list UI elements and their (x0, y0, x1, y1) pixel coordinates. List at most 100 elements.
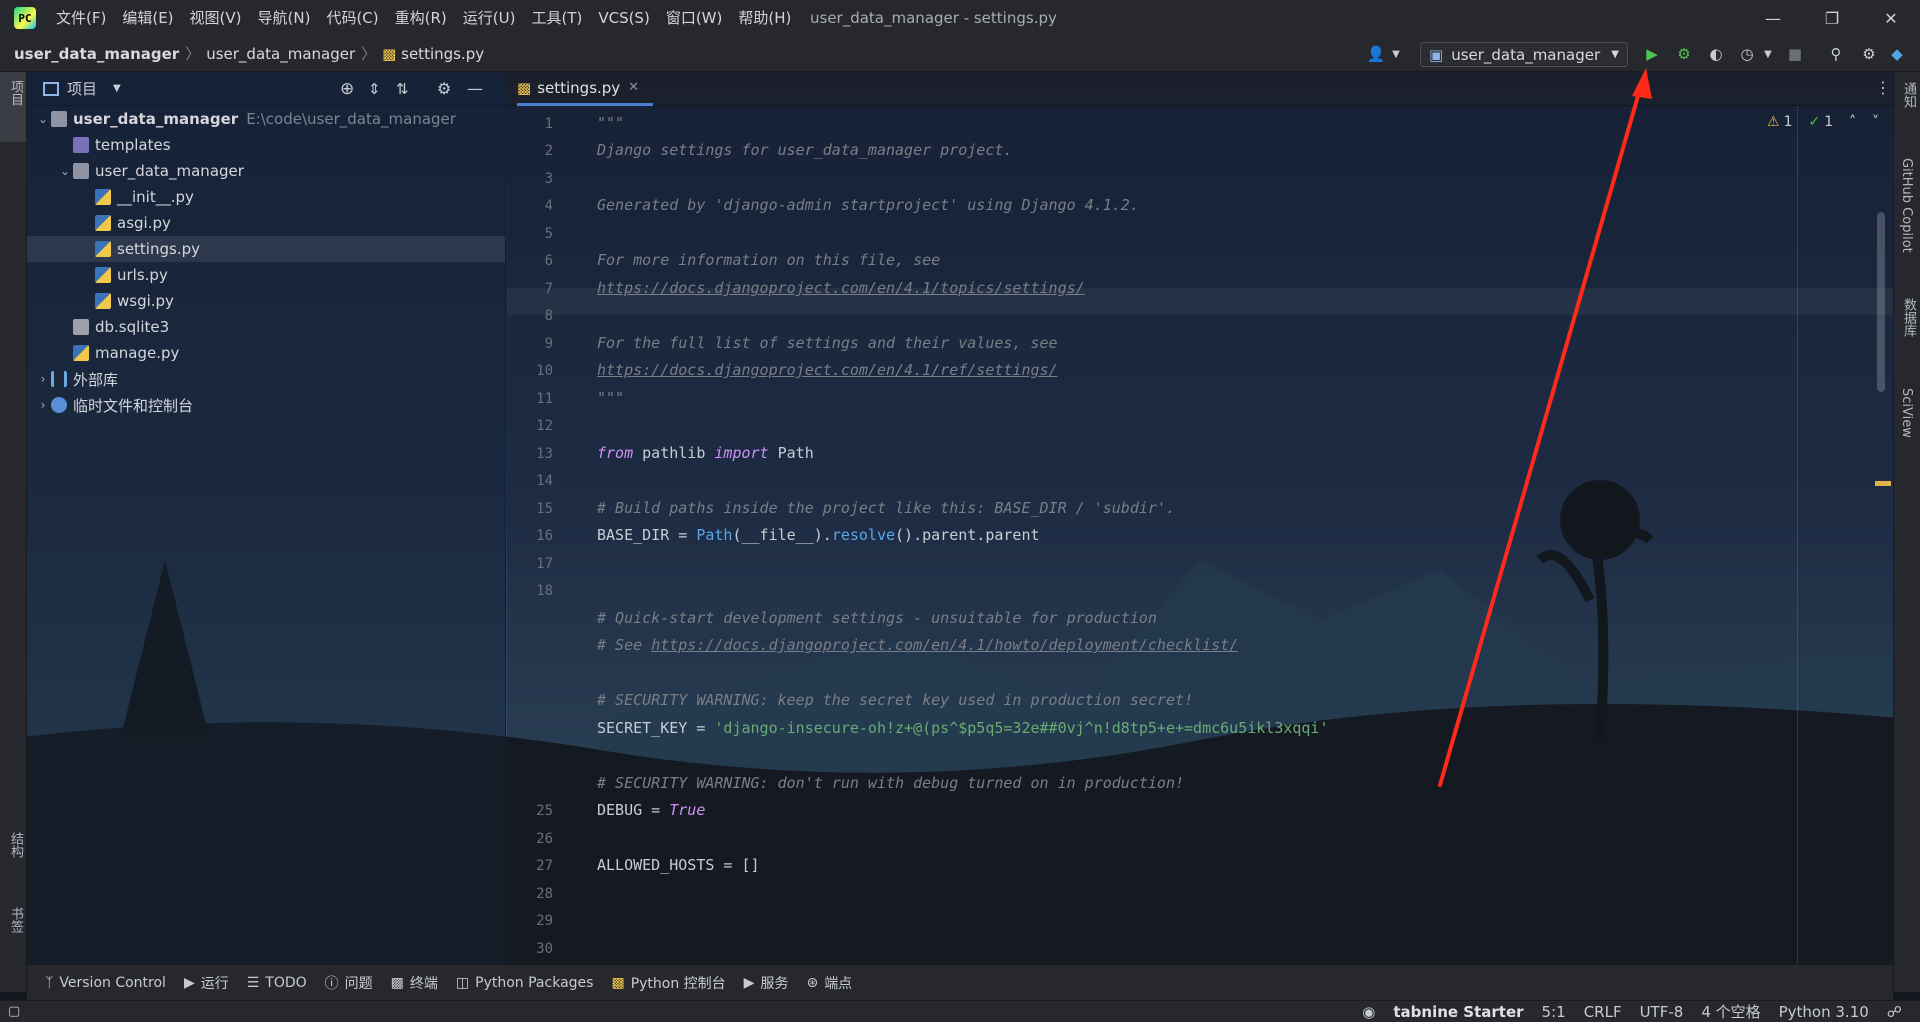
run-icon[interactable]: ▶ (1642, 44, 1662, 64)
debug-icon[interactable]: ⚙ (1674, 44, 1694, 64)
tree-item-db[interactable]: db.sqlite3 (57, 314, 169, 340)
expand-all-icon[interactable]: ⇕ (368, 80, 381, 98)
project-panel: 项目 ▼ ⊕ ⇕ ⇅ ⚙ — ⌄ user_data_manager E:\co… (27, 72, 506, 964)
search-icon[interactable]: ⚲ (1826, 44, 1846, 64)
notifications-tool-button[interactable]: 通知 (1899, 82, 1918, 108)
minimize-button[interactable]: — (1744, 0, 1802, 36)
chevron-down-icon[interactable]: ⌄ (35, 112, 51, 126)
tree-item-manage[interactable]: manage.py (57, 340, 179, 366)
tree-item-label: 外部库 (73, 370, 119, 389)
indent-setting[interactable]: 4 个空格 (1701, 1001, 1760, 1022)
code-link[interactable]: https://docs.djangoproject.com/en/4.1/to… (597, 279, 1085, 297)
tree-item-external-libraries[interactable]: › 外部库 (35, 366, 118, 392)
python-packages-tool-button[interactable]: ◫ Python Packages (456, 975, 594, 991)
endpoints-tool-button[interactable]: ⊛ 端点 (806, 973, 852, 993)
chevron-down-icon[interactable]: ▼ (113, 83, 121, 94)
code-link[interactable]: https://docs.djangoproject.com/en/4.1/ho… (651, 636, 1238, 654)
copilot-tool-button[interactable]: GitHub Copilot (1899, 158, 1914, 253)
profile-icon[interactable]: ◷ (1737, 44, 1757, 64)
close-tab-icon[interactable]: ✕ (628, 80, 639, 95)
toggle-tool-windows-icon[interactable]: ▢ (8, 1004, 20, 1019)
close-button[interactable]: ✕ (1862, 0, 1920, 36)
python-interpreter[interactable]: Python 3.10 (1779, 1003, 1869, 1021)
terminal-tool-button[interactable]: ▩ 终端 (391, 973, 438, 993)
chevron-down-icon[interactable]: ▼ (1758, 44, 1778, 64)
menu-navigate[interactable]: 导航(N) (250, 0, 319, 36)
toolbox-icon[interactable]: ◆ (1887, 44, 1907, 64)
bookmarks-tool-button[interactable]: 书签 (6, 907, 25, 933)
menu-tools[interactable]: 工具(T) (523, 0, 590, 36)
chevron-up-icon[interactable]: ˄ (1849, 114, 1856, 130)
warning-marker[interactable] (1875, 481, 1891, 486)
chevron-right-icon[interactable]: › (35, 372, 51, 386)
list-icon: ☰ (246, 974, 260, 991)
inspection-widget[interactable]: ⚠ 1 ✓ 1 ˄ ˅ (1767, 114, 1879, 130)
breadcrumb-package[interactable]: user_data_manager (206, 45, 355, 63)
structure-tool-button[interactable]: 结构 (6, 832, 25, 858)
collapse-all-icon[interactable]: ⇅ (396, 80, 409, 98)
python-console-tool-button[interactable]: ▩ Python 控制台 (611, 973, 725, 993)
project-panel-header: 项目 ▼ ⊕ ⇕ ⇅ ⚙ — (27, 72, 505, 106)
tree-item-init[interactable]: __init__.py (79, 184, 194, 210)
menu-window[interactable]: 窗口(W) (658, 0, 731, 36)
tree-item-settings[interactable]: settings.py (27, 236, 505, 262)
tree-item-templates[interactable]: templates (57, 132, 171, 158)
tree-item-wsgi[interactable]: wsgi.py (79, 288, 174, 314)
tree-item-project-root[interactable]: ⌄ user_data_manager E:\code\user_data_ma… (35, 106, 456, 132)
line-separator[interactable]: CRLF (1584, 1003, 1622, 1021)
warning-icon: ⚠ (1767, 114, 1780, 130)
chevron-right-icon[interactable]: › (35, 398, 51, 412)
python-file-icon: ▩ (517, 78, 532, 97)
project-panel-title[interactable]: 项目 (67, 78, 97, 99)
more-options-icon[interactable]: ⋮ (1875, 78, 1891, 97)
menu-help[interactable]: 帮助(H) (730, 0, 799, 36)
problems-tool-button[interactable]: ⓘ 问题 (325, 973, 373, 993)
tree-item-urls[interactable]: urls.py (79, 262, 168, 288)
services-tool-button[interactable]: ▶ 服务 (744, 973, 789, 993)
menu-refactor[interactable]: 重构(R) (387, 0, 455, 36)
code-line: SECRET_KEY = 'django-insecure-oh!z+@(ps^… (597, 719, 1329, 737)
tree-item-package[interactable]: ⌄ user_data_manager (57, 158, 244, 184)
options-gear-icon[interactable]: ⚙ (437, 79, 451, 98)
menu-file[interactable]: 文件(F) (48, 0, 114, 36)
tabnine-status[interactable]: tabnine Starter (1393, 1003, 1523, 1021)
caret-position[interactable]: 5:1 (1542, 1003, 1566, 1021)
check-icon: ✓ (1808, 114, 1821, 130)
menu-vcs[interactable]: VCS(S) (590, 0, 657, 36)
version-control-tool-button[interactable]: ᛉ Version Control (45, 975, 166, 991)
lock-icon[interactable]: ☍ (1887, 1003, 1902, 1021)
coverage-icon[interactable]: ◐ (1706, 44, 1726, 64)
tree-item-asgi[interactable]: asgi.py (79, 210, 171, 236)
menu-code[interactable]: 代码(C) (318, 0, 386, 36)
sciview-tool-button[interactable]: SciView (1899, 388, 1914, 438)
hide-panel-icon[interactable]: — (467, 79, 483, 98)
user-icon[interactable]: 👤 (1366, 44, 1386, 64)
tab-settings-py[interactable]: ▩ settings.py ✕ (517, 72, 653, 106)
menu-edit[interactable]: 编辑(E) (114, 0, 181, 36)
vertical-scrollbar[interactable] (1877, 212, 1885, 392)
menu-run[interactable]: 运行(U) (455, 0, 524, 36)
menu-view[interactable]: 视图(V) (182, 0, 250, 36)
pycharm-logo-icon: PC (14, 7, 36, 29)
stop-icon[interactable]: ■ (1785, 44, 1805, 64)
locate-file-icon[interactable]: ⊕ (340, 79, 354, 99)
project-tool-window-button[interactable]: 项目 (0, 72, 26, 142)
tree-item-scratches[interactable]: › 临时文件和控制台 (35, 392, 193, 418)
folder-icon (51, 111, 67, 127)
chevron-down-icon[interactable]: ▼ (1386, 44, 1406, 64)
todo-tool-button[interactable]: ☰ TODO (247, 975, 307, 991)
run-configuration-select[interactable]: ▣ user_data_manager ▼ (1420, 42, 1628, 67)
copilot-status-icon[interactable]: ◉ (1362, 1003, 1375, 1021)
python-file-icon (95, 215, 111, 231)
database-tool-button[interactable]: 数据库 (1899, 298, 1918, 337)
run-tool-button[interactable]: ▶ 运行 (184, 973, 229, 993)
breadcrumb-project[interactable]: user_data_manager (14, 45, 179, 63)
chevron-down-icon[interactable]: ˅ (1872, 114, 1879, 130)
code-link[interactable]: https://docs.djangoproject.com/en/4.1/re… (597, 361, 1058, 379)
settings-gear-icon[interactable]: ⚙ (1859, 44, 1879, 64)
python-file-icon (95, 241, 111, 257)
restore-button[interactable]: ❐ (1803, 0, 1861, 36)
file-encoding[interactable]: UTF-8 (1640, 1003, 1684, 1021)
chevron-down-icon[interactable]: ⌄ (57, 164, 73, 178)
breadcrumb-file[interactable]: settings.py (401, 45, 484, 63)
